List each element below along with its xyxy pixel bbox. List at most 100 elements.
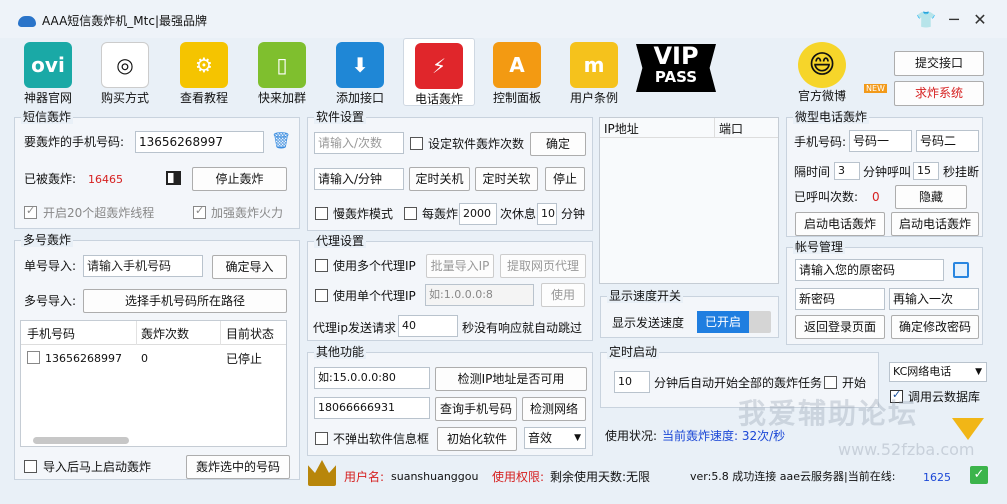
target-phone-input[interactable]: 13656268997 <box>135 131 264 153</box>
choose-path-button[interactable]: 选择手机号码所在路径 <box>83 289 287 313</box>
toolbar-button-2[interactable]: ◎ 购买方式 <box>89 38 161 106</box>
bombed-count: 16465 <box>88 173 123 186</box>
query-phone-input[interactable]: 18066666931 <box>314 397 430 419</box>
confirm-change-button[interactable]: 确定修改密码 <box>891 315 979 339</box>
row-checkbox[interactable] <box>27 351 40 364</box>
usage-label: 使用状况: <box>605 429 658 443</box>
trash-icon[interactable]: 🗑 <box>271 132 291 150</box>
weibo-label[interactable]: 官方微博 <box>798 88 846 104</box>
proxy-ip-input[interactable]: 如:1.0.0.0:8 <box>425 284 534 306</box>
new-password-input[interactable]: 新密码 <box>795 288 885 310</box>
stop-timer-button[interactable]: 停止 <box>545 167 585 191</box>
toolbar-button-1[interactable]: ovi 神器官网 <box>12 38 84 106</box>
table-scrollbar[interactable] <box>33 437 129 444</box>
minimize-icon[interactable]: ─ <box>944 10 964 29</box>
every-checkbox[interactable] <box>404 207 417 220</box>
interval-label: 隔时间 <box>794 165 831 179</box>
row-count: 0 <box>141 352 148 365</box>
interval-input[interactable]: 3 <box>834 162 860 180</box>
no-popup-checkbox[interactable] <box>315 432 328 445</box>
single-proxy-checkbox[interactable] <box>315 289 328 302</box>
toolbar-button-4[interactable]: ▯ 快来加群 <box>246 38 318 106</box>
sound-select[interactable]: 音效 ▼ <box>524 427 586 449</box>
timer-start-label: 开始 <box>842 376 867 390</box>
set-times-label: 设定软件轰炸次数 <box>428 137 525 151</box>
chevron-down-icon: ▼ <box>975 367 982 377</box>
vip-line1: VIP <box>653 42 699 70</box>
row-status: 已停止 <box>226 352 263 366</box>
toolbar-label: 快来加群 <box>257 91 306 105</box>
col-count: 轰炸次数 <box>141 327 190 341</box>
bomb-selected-button[interactable]: 轰炸选中的号码 <box>186 455 290 479</box>
confirm-password-input[interactable]: 再输入一次 <box>889 288 979 310</box>
window-toggle-icon[interactable] <box>166 171 181 185</box>
ip-check-input[interactable]: 如:15.0.0.0:80 <box>314 367 430 389</box>
back-login-button[interactable]: 返回登录页面 <box>795 315 885 339</box>
close-icon[interactable]: ✕ <box>970 10 990 29</box>
auto-start-checkbox[interactable] <box>24 460 37 473</box>
multi-panel-title: 多号轰炸 <box>21 233 74 247</box>
close-software-button[interactable]: 定时关软 <box>475 167 538 191</box>
shutdown-button[interactable]: 定时关机 <box>409 167 470 191</box>
minutes-input[interactable]: 请输入/分钟 <box>314 168 404 190</box>
proxy-send-tail: 秒没有响应就自动跳过 <box>462 321 583 335</box>
micro-call-title: 微型电话轰炸 <box>793 110 870 124</box>
old-password-input[interactable]: 请输入您的原密码 <box>795 259 944 281</box>
init-software-button[interactable]: 初始化软件 <box>437 427 517 451</box>
multi-proxy-checkbox[interactable] <box>315 259 328 272</box>
call-input[interactable]: 15 <box>913 162 939 180</box>
query-phone-button[interactable]: 查询手机号码 <box>435 397 517 421</box>
toolbar-button-7[interactable]: A 控制面板 <box>481 38 553 106</box>
ip-list[interactable]: IP地址 端口 <box>599 117 779 284</box>
row-phone: 13656268997 <box>45 352 122 365</box>
times-input[interactable]: 请输入/次数 <box>314 132 404 154</box>
toolbar-button-3[interactable]: ⚙ 查看教程 <box>168 38 240 106</box>
cloud-db-label: 调用云数据库 <box>908 390 981 404</box>
set-times-checkbox[interactable] <box>410 137 423 150</box>
request-bomb-button[interactable]: 求炸系统 <box>894 81 984 106</box>
phone-table[interactable]: 手机号码 轰炸次数 目前状态 13656268997 0 已停止 <box>20 320 287 447</box>
vip-pass-icon[interactable]: VIP PASS <box>636 44 716 92</box>
start-call-button-1[interactable]: 启动电话轰炸 <box>795 212 885 236</box>
network-call-value: KC网络电话 <box>893 365 952 378</box>
network-call-select[interactable]: KC网络电话 ▼ <box>889 362 987 382</box>
sms-panel-title: 短信轰炸 <box>21 110 74 124</box>
toolbar-button-5[interactable]: ⬇ 添加接口 <box>324 38 396 106</box>
speed-panel-title: 显示速度开关 <box>607 289 684 303</box>
check-ip-button[interactable]: 检测IP地址是否可用 <box>435 367 587 391</box>
start-call-button-2[interactable]: 启动电话轰炸 <box>891 212 979 236</box>
check-network-button[interactable]: 检测网络 <box>522 397 586 421</box>
confirm-import-button[interactable]: 确定导入 <box>212 255 287 279</box>
fetch-proxy-button[interactable]: 提取网页代理 <box>500 254 586 278</box>
called-count: 0 <box>872 190 880 204</box>
stop-bomb-button[interactable]: 停止轰炸 <box>192 167 287 191</box>
toolbar-button-8[interactable]: m 用户条例 <box>558 38 630 106</box>
watermark-url: www.52fzba.com <box>838 440 975 459</box>
proxy-timeout-input[interactable]: 40 <box>398 315 458 337</box>
speed-toggle[interactable]: 已开启 <box>697 311 771 333</box>
submit-api-button[interactable]: 提交接口 <box>894 51 984 76</box>
every-input[interactable]: 2000 <box>459 203 497 225</box>
hide-button[interactable]: 隐藏 <box>895 185 967 209</box>
toolbar-button-6[interactable]: ⚡ 电话轰炸 <box>403 38 475 106</box>
threads-checkbox[interactable] <box>24 204 37 219</box>
batch-import-button[interactable]: 批量导入IP <box>426 254 494 278</box>
copy-icon[interactable] <box>953 262 969 278</box>
use-proxy-button[interactable]: 使用 <box>541 283 585 307</box>
timer-minutes-input[interactable]: 10 <box>614 371 650 393</box>
single-import-input[interactable]: 请输入手机号码 <box>83 255 203 277</box>
number-two-input[interactable]: 号码二 <box>916 130 979 152</box>
col-ip: IP地址 <box>604 122 639 136</box>
number-one-input[interactable]: 号码一 <box>849 130 912 152</box>
times-ok-button[interactable]: 确定 <box>530 132 586 156</box>
table-row[interactable]: 13656268997 0 已停止 <box>21 347 286 369</box>
proxy-panel-title: 代理设置 <box>314 234 367 248</box>
slow-mode-checkbox[interactable] <box>315 207 328 220</box>
rest-input[interactable]: 10 <box>537 203 557 225</box>
skin-icon[interactable]: 👕 <box>916 10 936 29</box>
no-popup-label: 不弹出软件信息框 <box>333 432 430 446</box>
toolbar-label: 查看教程 <box>179 91 228 105</box>
weibo-smile-icon[interactable]: 😄 <box>798 42 846 88</box>
firepower-checkbox[interactable] <box>193 204 206 219</box>
timer-start-checkbox[interactable] <box>824 376 837 389</box>
